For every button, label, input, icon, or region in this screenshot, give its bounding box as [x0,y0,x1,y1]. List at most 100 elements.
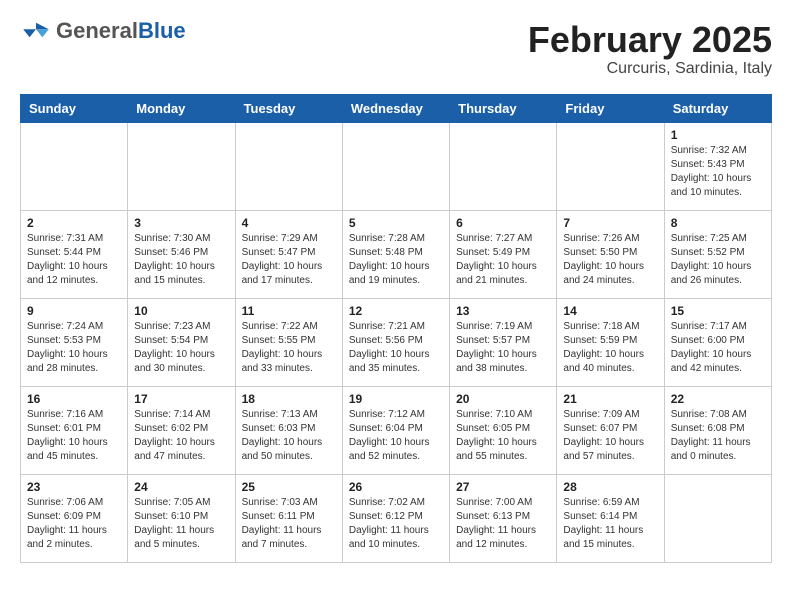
calendar-cell: 13 Sunrise: 7:19 AM Sunset: 5:57 PM Dayli… [450,298,557,386]
day-number: 17 [134,392,228,406]
day-info: Sunrise: 7:13 AM Sunset: 6:03 PM Dayligh… [242,408,336,464]
week-row-3: 16 Sunrise: 7:16 AM Sunset: 6:01 PM Dayli… [21,386,772,474]
day-number: 11 [242,304,336,318]
col-monday: Monday [128,94,235,122]
day-number: 14 [563,304,657,318]
day-number: 15 [671,304,765,318]
day-info: Sunrise: 7:24 AM Sunset: 5:53 PM Dayligh… [27,320,121,376]
logo-general: General [56,18,138,43]
day-info: Sunrise: 7:06 AM Sunset: 6:09 PM Dayligh… [27,496,121,552]
calendar-cell: 19Sunrise: 7:12 AM Sunset: 6:04 PM Dayli… [342,386,449,474]
day-number: 20 [456,392,550,406]
title-block: February 2025 Curcuris, Sardinia, Italy [528,20,772,78]
calendar-cell: 8 Sunrise: 7:25 AM Sunset: 5:52 PM Daylig… [664,210,771,298]
day-number: 28 [563,480,657,494]
day-number: 4 [242,216,336,230]
day-info: Sunrise: 7:05 AM Sunset: 6:10 PM Dayligh… [134,496,228,552]
calendar-cell: 22 Sunrise: 7:08 AM Sunset: 6:08 PM Dayli… [664,386,771,474]
calendar-header-row: Sunday Monday Tuesday Wednesday Thursday… [21,94,772,122]
day-number: 13 [456,304,550,318]
week-row-2: 9 Sunrise: 7:24 AM Sunset: 5:53 PM Daylig… [21,298,772,386]
calendar-cell: 18Sunrise: 7:13 AM Sunset: 6:03 PM Dayli… [235,386,342,474]
calendar-cell: 26 Sunrise: 7:02 AM Sunset: 6:12 PM Dayli… [342,474,449,562]
day-number: 5 [349,216,443,230]
week-row-0: 1Sunrise: 7:32 AM Sunset: 5:43 PM Daylig… [21,122,772,210]
day-info: Sunrise: 7:14 AM Sunset: 6:02 PM Dayligh… [134,408,228,464]
day-number: 3 [134,216,228,230]
week-row-1: 2 Sunrise: 7:31 AM Sunset: 5:44 PM Daylig… [21,210,772,298]
day-info: Sunrise: 7:00 AM Sunset: 6:13 PM Dayligh… [456,496,550,552]
day-info: Sunrise: 7:03 AM Sunset: 6:11 PM Dayligh… [242,496,336,552]
day-info: Sunrise: 7:08 AM Sunset: 6:08 PM Dayligh… [671,408,765,464]
day-info: Sunrise: 7:19 AM Sunset: 5:57 PM Dayligh… [456,320,550,376]
logo: GeneralBlue [20,20,186,42]
day-info: Sunrise: 7:12 AM Sunset: 6:04 PM Dayligh… [349,408,443,464]
day-number: 23 [27,480,121,494]
week-row-4: 23 Sunrise: 7:06 AM Sunset: 6:09 PM Dayli… [21,474,772,562]
calendar: Sunday Monday Tuesday Wednesday Thursday… [20,94,772,563]
col-friday: Friday [557,94,664,122]
calendar-cell: 25 Sunrise: 7:03 AM Sunset: 6:11 PM Dayli… [235,474,342,562]
calendar-cell: 7 Sunrise: 7:26 AM Sunset: 5:50 PM Daylig… [557,210,664,298]
calendar-cell [128,122,235,210]
day-number: 27 [456,480,550,494]
day-number: 8 [671,216,765,230]
day-number: 24 [134,480,228,494]
calendar-cell: 1Sunrise: 7:32 AM Sunset: 5:43 PM Daylig… [664,122,771,210]
day-info: Sunrise: 7:02 AM Sunset: 6:12 PM Dayligh… [349,496,443,552]
day-info: Sunrise: 7:17 AM Sunset: 6:00 PM Dayligh… [671,320,765,376]
day-info: Sunrise: 7:28 AM Sunset: 5:48 PM Dayligh… [349,232,443,288]
calendar-cell: 16 Sunrise: 7:16 AM Sunset: 6:01 PM Dayli… [21,386,128,474]
calendar-cell: 24 Sunrise: 7:05 AM Sunset: 6:10 PM Dayli… [128,474,235,562]
day-info: Sunrise: 7:31 AM Sunset: 5:44 PM Dayligh… [27,232,121,288]
day-number: 12 [349,304,443,318]
day-info: Sunrise: 7:27 AM Sunset: 5:49 PM Dayligh… [456,232,550,288]
calendar-cell: 28 Sunrise: 6:59 AM Sunset: 6:14 PM Dayli… [557,474,664,562]
logo-blue: Blue [138,18,186,43]
day-info: Sunrise: 7:18 AM Sunset: 5:59 PM Dayligh… [563,320,657,376]
day-number: 22 [671,392,765,406]
day-info: Sunrise: 7:16 AM Sunset: 6:01 PM Dayligh… [27,408,121,464]
day-number: 21 [563,392,657,406]
day-info: Sunrise: 7:30 AM Sunset: 5:46 PM Dayligh… [134,232,228,288]
day-info: Sunrise: 7:29 AM Sunset: 5:47 PM Dayligh… [242,232,336,288]
calendar-cell: 20 Sunrise: 7:10 AM Sunset: 6:05 PM Dayli… [450,386,557,474]
calendar-cell [450,122,557,210]
day-number: 7 [563,216,657,230]
calendar-cell: 21Sunrise: 7:09 AM Sunset: 6:07 PM Dayli… [557,386,664,474]
day-number: 9 [27,304,121,318]
calendar-cell: 10 Sunrise: 7:23 AM Sunset: 5:54 PM Dayli… [128,298,235,386]
day-info: Sunrise: 7:26 AM Sunset: 5:50 PM Dayligh… [563,232,657,288]
calendar-cell [235,122,342,210]
calendar-cell: 4 Sunrise: 7:29 AM Sunset: 5:47 PM Daylig… [235,210,342,298]
day-number: 16 [27,392,121,406]
calendar-cell: 5 Sunrise: 7:28 AM Sunset: 5:48 PM Daylig… [342,210,449,298]
page: GeneralBlue February 2025 Curcuris, Sard… [0,0,792,583]
calendar-cell: 6 Sunrise: 7:27 AM Sunset: 5:49 PM Daylig… [450,210,557,298]
col-wednesday: Wednesday [342,94,449,122]
calendar-cell: 15 Sunrise: 7:17 AM Sunset: 6:00 PM Dayli… [664,298,771,386]
day-info: Sunrise: 7:10 AM Sunset: 6:05 PM Dayligh… [456,408,550,464]
calendar-cell: 3 Sunrise: 7:30 AM Sunset: 5:46 PM Daylig… [128,210,235,298]
header: GeneralBlue February 2025 Curcuris, Sard… [20,20,772,78]
calendar-cell: 23 Sunrise: 7:06 AM Sunset: 6:09 PM Dayli… [21,474,128,562]
logo-icon [20,21,52,39]
day-info: Sunrise: 7:22 AM Sunset: 5:55 PM Dayligh… [242,320,336,376]
calendar-cell: 14 Sunrise: 7:18 AM Sunset: 5:59 PM Dayli… [557,298,664,386]
day-number: 25 [242,480,336,494]
day-number: 2 [27,216,121,230]
day-info: Sunrise: 7:21 AM Sunset: 5:56 PM Dayligh… [349,320,443,376]
calendar-cell: 11 Sunrise: 7:22 AM Sunset: 5:55 PM Dayli… [235,298,342,386]
calendar-cell: 12 Sunrise: 7:21 AM Sunset: 5:56 PM Dayli… [342,298,449,386]
day-info: Sunrise: 6:59 AM Sunset: 6:14 PM Dayligh… [563,496,657,552]
day-number: 6 [456,216,550,230]
calendar-cell [21,122,128,210]
calendar-cell: 17 Sunrise: 7:14 AM Sunset: 6:02 PM Dayli… [128,386,235,474]
day-number: 26 [349,480,443,494]
col-tuesday: Tuesday [235,94,342,122]
day-number: 10 [134,304,228,318]
col-thursday: Thursday [450,94,557,122]
day-info: Sunrise: 7:23 AM Sunset: 5:54 PM Dayligh… [134,320,228,376]
day-info: Sunrise: 7:25 AM Sunset: 5:52 PM Dayligh… [671,232,765,288]
calendar-cell [664,474,771,562]
